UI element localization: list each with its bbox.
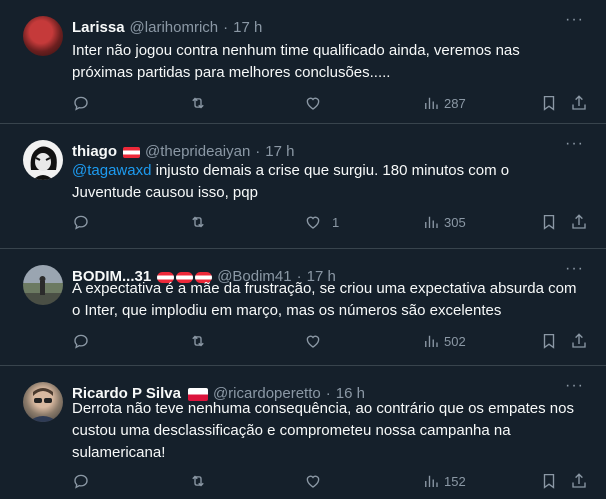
separator: · [223, 19, 229, 36]
views-button[interactable]: 502 [422, 330, 466, 352]
timestamp[interactable]: 17 h [233, 18, 262, 38]
avatar[interactable] [23, 265, 63, 305]
reply-button[interactable] [72, 92, 90, 114]
reply-icon [74, 474, 88, 489]
avatar-image [39, 276, 46, 295]
like-icon [306, 216, 320, 229]
austria-flag-icon [123, 146, 140, 158]
author-handle[interactable]: @larihomrich [130, 18, 219, 38]
retweet-button[interactable] [189, 211, 207, 233]
tweet-actions: 287 [72, 92, 588, 114]
separator: · [255, 143, 261, 160]
like-icon [306, 335, 320, 348]
tweet-text: @tagawaxd injusto demais a crise que sur… [72, 160, 582, 204]
views-button[interactable]: 152 [422, 470, 466, 492]
like-icon [306, 97, 320, 110]
tweet[interactable]: BODIM...31 @Bodim41 · 17 h ··· A expecta… [0, 249, 606, 366]
author-name[interactable]: thiago [72, 142, 117, 162]
mention-link[interactable]: @tagawaxd [72, 162, 151, 179]
bookmark-icon [543, 333, 555, 349]
retweet-button[interactable] [189, 330, 207, 352]
like-button[interactable] [304, 470, 332, 492]
retweet-button[interactable] [189, 92, 207, 114]
tweet-feed: Larissa @larihomrich · 17 h ··· Inter nã… [0, 0, 606, 499]
tweet[interactable]: thiago @theprideaiyan · 17 h ··· @tagawa… [0, 124, 606, 249]
views-icon [425, 335, 438, 347]
author-handle[interactable]: @theprideaiyan [145, 142, 250, 162]
reply-button[interactable] [72, 211, 90, 233]
avatar[interactable] [23, 16, 63, 56]
reply-icon [74, 215, 88, 230]
views-icon [425, 216, 438, 228]
retweet-icon [192, 475, 204, 487]
views-button[interactable]: 305 [422, 211, 466, 233]
views-icon [425, 475, 438, 487]
bookmark-button[interactable] [540, 470, 558, 492]
views-count: 305 [444, 214, 466, 230]
more-options-icon[interactable]: ··· [565, 136, 584, 152]
retweet-button[interactable] [189, 470, 207, 492]
tweet-header: Larissa @larihomrich · 17 h [72, 18, 262, 38]
views-count: 287 [444, 95, 466, 111]
reply-button[interactable] [72, 470, 90, 492]
tweet-text: Inter não jogou contra nenhum time quali… [72, 42, 520, 81]
bookmark-button[interactable] [540, 211, 558, 233]
more-options-icon[interactable]: ··· [565, 261, 584, 277]
more-options-icon[interactable]: ··· [565, 12, 584, 28]
timestamp[interactable]: 17 h [265, 142, 294, 162]
tweet-text: A expectativa é a mãe da frustração, se … [72, 280, 577, 319]
bookmark-icon [543, 214, 555, 230]
share-button[interactable] [570, 92, 588, 114]
like-icon [306, 475, 320, 488]
tweet[interactable]: Larissa @larihomrich · 17 h ··· Inter nã… [0, 0, 606, 124]
share-icon [572, 95, 586, 110]
bookmark-icon [543, 473, 555, 489]
tweet-actions: 502 [72, 330, 588, 352]
retweet-icon [192, 216, 204, 228]
avatar-image [30, 146, 57, 180]
share-icon [572, 333, 586, 348]
tweet[interactable]: Ricardo P Silva @ricardoperetto · 16 h ·… [0, 366, 606, 499]
views-button[interactable]: 287 [422, 92, 466, 114]
reply-button[interactable] [72, 330, 90, 352]
like-count: 1 [332, 214, 340, 230]
avatar[interactable] [23, 382, 63, 422]
bookmark-button[interactable] [540, 92, 558, 114]
bookmark-button[interactable] [540, 330, 558, 352]
like-button[interactable]: 1 [304, 211, 339, 233]
tweet-header: thiago @theprideaiyan · 17 h [72, 142, 295, 162]
reply-icon [74, 96, 88, 111]
share-icon [572, 214, 586, 229]
avatar-image [28, 388, 58, 422]
retweet-icon [192, 97, 204, 109]
retweet-icon [192, 335, 204, 347]
share-button[interactable] [570, 330, 588, 352]
tweet-actions: 1 305 [72, 211, 588, 233]
author-name[interactable]: Larissa [72, 18, 125, 38]
avatar[interactable] [23, 140, 63, 180]
like-button[interactable] [304, 330, 332, 352]
views-count: 152 [444, 473, 466, 489]
tweet-actions: 152 [72, 470, 588, 492]
more-options-icon[interactable]: ··· [565, 378, 584, 394]
like-button[interactable] [304, 92, 332, 114]
views-icon [425, 97, 438, 109]
views-count: 502 [444, 333, 466, 349]
reply-icon [74, 334, 88, 349]
share-icon [572, 473, 586, 488]
share-button[interactable] [570, 470, 588, 492]
share-button[interactable] [570, 211, 588, 233]
bookmark-icon [543, 95, 555, 111]
tweet-text: Derrota não teve nenhuma consequência, a… [72, 400, 574, 461]
